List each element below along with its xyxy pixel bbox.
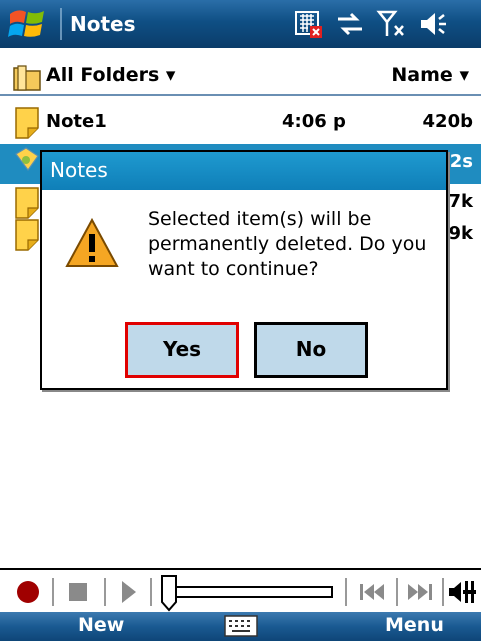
chevron-down-icon: ▾	[165, 64, 176, 86]
data-sync-icon[interactable]	[334, 8, 366, 40]
softkey-bar: New Menu	[0, 612, 481, 641]
sort-dropdown-label: Name	[391, 64, 453, 86]
separator	[52, 578, 54, 606]
separator	[150, 578, 152, 606]
dialog-message: Selected item(s) will be permanently del…	[148, 208, 427, 280]
stop-icon[interactable]	[60, 570, 96, 614]
app-title: Notes	[70, 12, 136, 36]
no-button[interactable]: No	[254, 322, 368, 378]
dialog-title-bar: Notes	[42, 152, 446, 190]
yes-button[interactable]: Yes	[125, 322, 239, 378]
separator	[442, 578, 444, 606]
note-size: 9k	[448, 223, 474, 244]
chevron-down-icon: ▾	[459, 64, 469, 86]
note-size: 420b	[422, 111, 473, 132]
folder-header: All Folders ▾ Name ▾	[0, 60, 481, 96]
sort-dropdown[interactable]: Name ▾	[391, 64, 469, 86]
dialog-title: Notes	[50, 158, 108, 182]
note-time: 4:06 p	[282, 111, 346, 132]
note-name: Note1	[46, 111, 107, 132]
folder-dropdown[interactable]: All Folders ▾	[46, 64, 175, 86]
folder-icon	[13, 65, 41, 91]
title-bar: Notes	[0, 0, 481, 48]
speaker-icon[interactable]	[418, 8, 450, 40]
separator	[104, 578, 106, 606]
windows-start-icon[interactable]	[6, 6, 54, 42]
keyboard-icon[interactable]	[224, 615, 258, 637]
new-softkey[interactable]: New	[78, 614, 124, 636]
previous-icon[interactable]	[352, 570, 392, 614]
voice-note-icon	[15, 147, 39, 172]
title-separator	[60, 8, 62, 40]
play-icon[interactable]	[110, 570, 146, 614]
separator	[396, 578, 398, 606]
note-icon	[15, 187, 39, 219]
list-item[interactable]: Note1 4:06 p 420b	[0, 104, 481, 144]
sim-card-warning-icon[interactable]	[292, 8, 324, 40]
folder-dropdown-label: All Folders	[46, 64, 160, 86]
note-icon	[15, 219, 39, 251]
next-icon[interactable]	[400, 570, 440, 614]
no-signal-icon[interactable]	[376, 8, 408, 40]
media-toolbar	[0, 568, 481, 616]
separator	[345, 578, 347, 606]
record-icon[interactable]	[10, 570, 46, 614]
note-icon	[15, 107, 39, 139]
seek-slider[interactable]	[158, 570, 336, 614]
delete-confirm-dialog: Notes Selected item(s) will be permanent…	[40, 150, 448, 390]
note-size: 7k	[448, 191, 474, 212]
volume-icon[interactable]	[446, 570, 478, 614]
warning-icon	[65, 217, 119, 267]
menu-softkey[interactable]: Menu	[385, 614, 444, 636]
note-size: 2s	[449, 151, 473, 172]
